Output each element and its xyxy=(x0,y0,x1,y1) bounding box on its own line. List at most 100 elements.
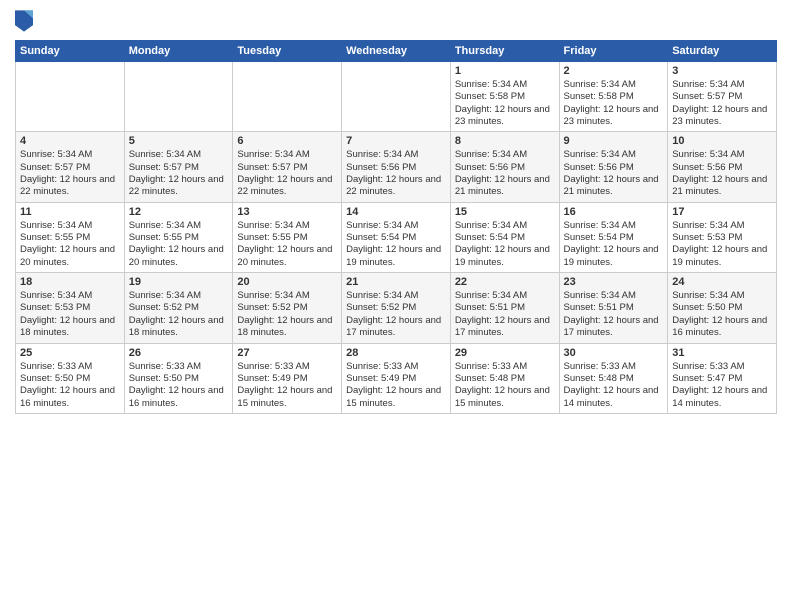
day-info: Sunrise: 5:34 AM xyxy=(20,149,120,161)
day-cell: 31Sunrise: 5:33 AMSunset: 5:47 PMDayligh… xyxy=(668,343,777,413)
day-cell: 7Sunrise: 5:34 AMSunset: 5:56 PMDaylight… xyxy=(342,132,451,202)
logo-icon xyxy=(15,10,33,32)
day-info: Sunrise: 5:33 AM xyxy=(672,361,772,373)
day-info: Daylight: 12 hours and 20 minutes. xyxy=(237,244,337,269)
day-cell: 24Sunrise: 5:34 AMSunset: 5:50 PMDayligh… xyxy=(668,273,777,343)
day-info: Daylight: 12 hours and 14 minutes. xyxy=(564,385,664,410)
day-info: Sunset: 5:51 PM xyxy=(455,302,555,314)
day-number: 22 xyxy=(455,276,555,288)
day-info: Daylight: 12 hours and 15 minutes. xyxy=(455,385,555,410)
day-info: Daylight: 12 hours and 23 minutes. xyxy=(672,104,772,129)
day-info: Sunrise: 5:33 AM xyxy=(564,361,664,373)
day-info: Sunrise: 5:33 AM xyxy=(237,361,337,373)
day-info: Sunset: 5:49 PM xyxy=(346,373,446,385)
day-number: 19 xyxy=(129,276,229,288)
day-info: Sunrise: 5:34 AM xyxy=(455,79,555,91)
day-info: Sunrise: 5:34 AM xyxy=(564,220,664,232)
day-cell: 28Sunrise: 5:33 AMSunset: 5:49 PMDayligh… xyxy=(342,343,451,413)
header-day-sunday: Sunday xyxy=(16,41,125,62)
day-info: Daylight: 12 hours and 21 minutes. xyxy=(564,174,664,199)
day-number: 30 xyxy=(564,347,664,359)
day-info: Sunrise: 5:34 AM xyxy=(129,220,229,232)
day-number: 14 xyxy=(346,206,446,218)
week-row-0: 1Sunrise: 5:34 AMSunset: 5:58 PMDaylight… xyxy=(16,62,777,132)
day-cell: 17Sunrise: 5:34 AMSunset: 5:53 PMDayligh… xyxy=(668,202,777,272)
day-info: Daylight: 12 hours and 19 minutes. xyxy=(346,244,446,269)
day-number: 31 xyxy=(672,347,772,359)
day-info: Sunrise: 5:33 AM xyxy=(346,361,446,373)
day-cell: 11Sunrise: 5:34 AMSunset: 5:55 PMDayligh… xyxy=(16,202,125,272)
day-info: Sunset: 5:50 PM xyxy=(20,373,120,385)
day-cell: 30 Sunrise: 5:33 AMSunset: 5:48 PMDayligh… xyxy=(559,343,668,413)
day-info: Sunrise: 5:34 AM xyxy=(672,290,772,302)
day-info: Sunrise: 5:34 AM xyxy=(455,149,555,161)
day-cell: 15Sunrise: 5:34 AMSunset: 5:54 PMDayligh… xyxy=(450,202,559,272)
day-info: Daylight: 12 hours and 22 minutes. xyxy=(129,174,229,199)
day-info: Sunset: 5:57 PM xyxy=(672,91,772,103)
day-number: 24 xyxy=(672,276,772,288)
day-info: Sunset: 5:56 PM xyxy=(672,162,772,174)
day-info: Sunset: 5:49 PM xyxy=(237,373,337,385)
day-info: Sunrise: 5:34 AM xyxy=(237,220,337,232)
day-info: Sunset: 5:50 PM xyxy=(129,373,229,385)
day-cell: 22 Sunrise: 5:34 AMSunset: 5:51 PMDayligh… xyxy=(450,273,559,343)
day-info: Sunset: 5:54 PM xyxy=(564,232,664,244)
week-row-3: 18Sunrise: 5:34 AMSunset: 5:53 PMDayligh… xyxy=(16,273,777,343)
day-info: Sunrise: 5:34 AM xyxy=(564,290,664,302)
day-number: 9 xyxy=(564,135,664,147)
day-info: Sunrise: 5:34 AM xyxy=(346,149,446,161)
day-number: 17 xyxy=(672,206,772,218)
day-number: 23 xyxy=(564,276,664,288)
logo[interactable] xyxy=(15,10,37,32)
calendar-table: SundayMondayTuesdayWednesdayThursdayFrid… xyxy=(15,40,777,414)
day-info: Sunset: 5:48 PM xyxy=(564,373,664,385)
day-info: Daylight: 12 hours and 20 minutes. xyxy=(129,244,229,269)
day-number: 26 xyxy=(129,347,229,359)
day-number: 7 xyxy=(346,135,446,147)
day-number: 10 xyxy=(672,135,772,147)
day-info: Sunset: 5:51 PM xyxy=(564,302,664,314)
day-info: Daylight: 12 hours and 18 minutes. xyxy=(129,315,229,340)
day-number: 25 xyxy=(20,347,120,359)
day-info: Sunset: 5:53 PM xyxy=(20,302,120,314)
day-cell: 10Sunrise: 5:34 AMSunset: 5:56 PMDayligh… xyxy=(668,132,777,202)
day-number: 1 xyxy=(455,65,555,77)
day-info: Sunrise: 5:34 AM xyxy=(455,220,555,232)
day-info: Daylight: 12 hours and 17 minutes. xyxy=(455,315,555,340)
day-cell: 6Sunrise: 5:34 AMSunset: 5:57 PMDaylight… xyxy=(233,132,342,202)
day-info: Sunset: 5:56 PM xyxy=(455,162,555,174)
day-number: 8 xyxy=(455,135,555,147)
header-day-wednesday: Wednesday xyxy=(342,41,451,62)
day-info: Daylight: 12 hours and 19 minutes. xyxy=(672,244,772,269)
day-number: 2 xyxy=(564,65,664,77)
day-info: Sunrise: 5:34 AM xyxy=(672,149,772,161)
day-info: Daylight: 12 hours and 22 minutes. xyxy=(20,174,120,199)
day-cell: 16Sunrise: 5:34 AMSunset: 5:54 PMDayligh… xyxy=(559,202,668,272)
day-info: Sunset: 5:50 PM xyxy=(672,302,772,314)
day-cell: 4Sunrise: 5:34 AMSunset: 5:57 PMDaylight… xyxy=(16,132,125,202)
day-cell: 26Sunrise: 5:33 AMSunset: 5:50 PMDayligh… xyxy=(124,343,233,413)
day-cell: 29Sunrise: 5:33 AMSunset: 5:48 PMDayligh… xyxy=(450,343,559,413)
header-day-tuesday: Tuesday xyxy=(233,41,342,62)
day-cell: 12Sunrise: 5:34 AMSunset: 5:55 PMDayligh… xyxy=(124,202,233,272)
day-info: Sunrise: 5:34 AM xyxy=(129,290,229,302)
day-info: Daylight: 12 hours and 18 minutes. xyxy=(237,315,337,340)
day-info: Sunset: 5:57 PM xyxy=(129,162,229,174)
day-number: 15 xyxy=(455,206,555,218)
day-cell: 20Sunrise: 5:34 AMSunset: 5:52 PMDayligh… xyxy=(233,273,342,343)
day-info: Sunset: 5:56 PM xyxy=(564,162,664,174)
week-row-4: 25 Sunrise: 5:33 AM Sunset: 5:50 PM Dayligh… xyxy=(16,343,777,413)
day-info: Sunrise: 5:34 AM xyxy=(346,220,446,232)
day-cell: 5Sunrise: 5:34 AMSunset: 5:57 PMDaylight… xyxy=(124,132,233,202)
day-info: Sunset: 5:58 PM xyxy=(564,91,664,103)
day-cell xyxy=(16,62,125,132)
day-cell: 1 Sunrise: 5:34 AMSunset: 5:58 PMDaylight… xyxy=(450,62,559,132)
day-number: 16 xyxy=(564,206,664,218)
day-info: Sunset: 5:55 PM xyxy=(20,232,120,244)
day-cell: 3Sunrise: 5:34 AMSunset: 5:57 PMDaylight… xyxy=(668,62,777,132)
week-row-1: 4Sunrise: 5:34 AMSunset: 5:57 PMDaylight… xyxy=(16,132,777,202)
day-info: Daylight: 12 hours and 23 minutes. xyxy=(455,104,555,129)
day-info: Sunrise: 5:34 AM xyxy=(455,290,555,302)
day-info: Sunset: 5:47 PM xyxy=(672,373,772,385)
day-info: Sunset: 5:58 PM xyxy=(455,91,555,103)
